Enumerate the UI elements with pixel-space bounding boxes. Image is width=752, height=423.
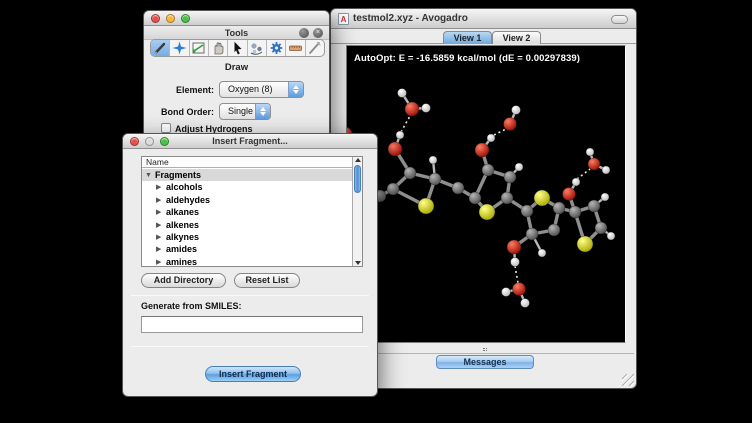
tools-dock-header[interactable]: Tools × bbox=[144, 26, 329, 40]
select-tool-button[interactable] bbox=[228, 40, 247, 56]
autoopt-status-text: AutoOpt: E = -16.5859 kcal/mol (dE = 0.0… bbox=[354, 53, 580, 64]
splitter-handle[interactable] bbox=[483, 348, 487, 351]
tree-item-alkanes[interactable]: ▶ alkanes bbox=[142, 206, 352, 218]
main-window-title: testmol2.xyz - Avogadro bbox=[353, 13, 636, 24]
tree-item-label: aldehydes bbox=[166, 194, 210, 206]
auto-rotate-icon bbox=[249, 41, 264, 55]
collapsed-triangle-icon[interactable]: ▶ bbox=[156, 220, 161, 232]
tree-item-aldehydes[interactable]: ▶ aldehydes bbox=[142, 194, 352, 206]
bond-order-dropdown[interactable]: Single bbox=[219, 103, 271, 120]
stepper-arrows-icon bbox=[255, 104, 270, 119]
align-tool-button[interactable] bbox=[306, 40, 324, 56]
tools-title-bar[interactable] bbox=[144, 11, 329, 26]
main-title-bar[interactable]: A testmol2.xyz - Avogadro bbox=[331, 9, 636, 29]
collapsed-triangle-icon[interactable]: ▶ bbox=[156, 207, 161, 219]
draw-pencil-icon bbox=[153, 41, 168, 55]
draw-tool-button[interactable] bbox=[151, 40, 170, 56]
cursor-arrow-icon bbox=[230, 41, 245, 55]
gear-icon bbox=[269, 41, 284, 55]
section-divider bbox=[131, 295, 369, 296]
ruler-icon bbox=[288, 41, 303, 55]
element-dropdown[interactable]: Oxygen (8) bbox=[219, 81, 304, 98]
tree-item-label: alkynes bbox=[166, 231, 199, 243]
reset-list-button[interactable]: Reset List bbox=[234, 273, 300, 288]
collapsed-triangle-icon[interactable]: ▶ bbox=[156, 195, 161, 207]
collapsed-triangle-icon[interactable]: ▶ bbox=[156, 232, 161, 244]
fragment-dialog-title: Insert Fragment... bbox=[123, 136, 377, 146]
tree-item-fragments[interactable]: ▼ Fragments bbox=[142, 169, 352, 181]
active-tool-name: Draw bbox=[144, 62, 329, 73]
tree-item-label: alkanes bbox=[166, 206, 199, 218]
bond-order-label: Bond Order: bbox=[147, 107, 214, 117]
tree-item-label: alkenes bbox=[166, 219, 199, 231]
tab-view-1[interactable]: View 1 bbox=[443, 31, 492, 44]
insert-fragment-button[interactable]: Insert Fragment bbox=[205, 366, 301, 382]
smiles-label: Generate from SMILES: bbox=[141, 301, 242, 311]
navigate-star-icon bbox=[172, 41, 187, 55]
smiles-input[interactable] bbox=[141, 316, 363, 333]
expanded-triangle-icon[interactable]: ▼ bbox=[145, 170, 152, 182]
tree-item-label: alcohols bbox=[166, 181, 203, 193]
manipulate-tool-button[interactable] bbox=[209, 40, 228, 56]
stepper-arrows-icon bbox=[288, 82, 303, 97]
dock-close-icon[interactable]: × bbox=[313, 28, 323, 38]
tree-item-amides[interactable]: ▶ amides bbox=[142, 243, 352, 255]
tree-item-alkenes[interactable]: ▶ alkenes bbox=[142, 219, 352, 231]
toolbar-lozenge-button[interactable] bbox=[611, 15, 628, 24]
tree-item-alkynes[interactable]: ▶ alkynes bbox=[142, 231, 352, 243]
bond-centric-icon bbox=[191, 41, 206, 55]
adjust-hydrogens-checkbox[interactable] bbox=[161, 123, 171, 133]
dock-float-icon[interactable] bbox=[299, 28, 309, 38]
desktop: A testmol2.xyz - Avogadro View 1 View 2 bbox=[0, 0, 752, 423]
scroll-up-icon[interactable] bbox=[355, 158, 361, 162]
scroll-down-icon[interactable] bbox=[355, 261, 361, 265]
scrollbar-thumb[interactable] bbox=[354, 165, 361, 193]
zoom-traffic-light[interactable] bbox=[181, 14, 190, 23]
molecule-viewport[interactable]: AutoOpt: E = -16.5859 kcal/mol (dE = 0.0… bbox=[346, 45, 626, 343]
tree-item-amines[interactable]: ▶ amines bbox=[142, 256, 352, 266]
messages-button[interactable]: Messages bbox=[436, 355, 534, 369]
tool-selector-bar bbox=[150, 39, 325, 57]
tree-item-label: Fragments bbox=[155, 169, 201, 181]
tree-item-alcohols[interactable]: ▶ alcohols bbox=[142, 181, 352, 193]
collapsed-triangle-icon[interactable]: ▶ bbox=[156, 257, 161, 266]
resize-grip[interactable] bbox=[622, 374, 634, 386]
tree-item-label: amines bbox=[166, 256, 197, 266]
fragment-title-bar[interactable]: Insert Fragment... bbox=[123, 134, 377, 149]
auto-optimize-tool-button[interactable] bbox=[267, 40, 286, 56]
bond-centric-tool-button[interactable] bbox=[190, 40, 209, 56]
auto-rotate-tool-button[interactable] bbox=[248, 40, 267, 56]
measure-tool-button[interactable] bbox=[286, 40, 305, 56]
fragment-tree-list[interactable]: Name ▼ Fragments ▶ alcohols ▶ aldehydes ▶ a… bbox=[141, 156, 363, 267]
collapsed-triangle-icon[interactable]: ▶ bbox=[156, 182, 161, 194]
document-icon: A bbox=[338, 13, 349, 25]
add-directory-button[interactable]: Add Directory bbox=[141, 273, 226, 288]
minimize-traffic-light[interactable] bbox=[166, 14, 175, 23]
element-value: Oxygen (8) bbox=[228, 84, 273, 94]
align-wand-icon bbox=[307, 41, 322, 55]
section-divider bbox=[131, 346, 369, 347]
view-tab-bar: View 1 View 2 bbox=[331, 29, 636, 44]
tab-view-2[interactable]: View 2 bbox=[492, 31, 541, 44]
list-column-header[interactable]: Name bbox=[142, 157, 352, 168]
hand-icon bbox=[211, 41, 226, 55]
messages-divider bbox=[333, 353, 634, 354]
navigate-tool-button[interactable] bbox=[170, 40, 189, 56]
close-traffic-light[interactable] bbox=[151, 14, 160, 23]
insert-fragment-dialog: Insert Fragment... Name ▼ Fragments ▶ alc… bbox=[122, 133, 378, 397]
collapsed-triangle-icon[interactable]: ▶ bbox=[156, 244, 161, 256]
element-label: Element: bbox=[162, 85, 214, 95]
molecule-3d-render bbox=[347, 46, 625, 342]
tree-item-label: amides bbox=[166, 243, 197, 255]
list-scrollbar[interactable] bbox=[352, 157, 362, 266]
bond-order-value: Single bbox=[228, 106, 253, 116]
